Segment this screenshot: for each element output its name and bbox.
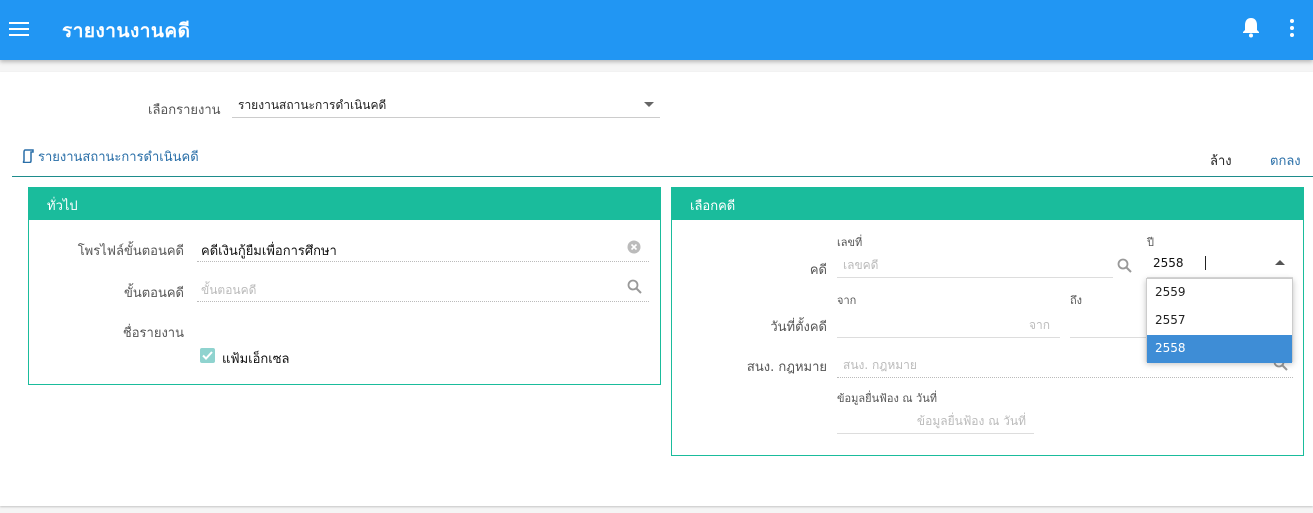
- filing-info-field[interactable]: ข้อมูลยื่นฟ้อง ณ วันที่: [837, 404, 1034, 434]
- menu-icon[interactable]: [9, 22, 29, 38]
- bell-icon[interactable]: [1241, 16, 1261, 38]
- year-option[interactable]: 2557: [1147, 307, 1292, 335]
- app-bar: รายงานงานคดี: [0, 0, 1313, 60]
- from-label: จาก: [837, 294, 857, 307]
- section-title-text: รายงานสถานะการดำเนินคดี: [38, 150, 199, 165]
- clear-button[interactable]: ล้าง: [1210, 150, 1232, 171]
- step-placeholder: ขั้นตอนคดี: [201, 283, 257, 297]
- scroll-icon: [22, 149, 34, 164]
- profile-value: คดีเงินกู้ยืมเพื่อการศึกษา: [201, 244, 337, 259]
- report-select-value: รายงานสถานะการดำเนินคดี: [238, 98, 387, 112]
- search-icon[interactable]: [627, 279, 642, 294]
- from-date-placeholder: จาก: [1028, 318, 1050, 332]
- from-date-field[interactable]: จาก: [837, 308, 1060, 338]
- section-divider: [12, 176, 1313, 177]
- main-card: เลือกรายงาน รายงานสถานะการดำเนินคดี รายง…: [0, 72, 1313, 506]
- ok-button[interactable]: ตกลง: [1270, 150, 1301, 171]
- case-number-placeholder: เลขคดี: [843, 258, 879, 272]
- report-select-label: เลือกรายงาน: [148, 103, 221, 118]
- case-panel-title: เลือกคดี: [672, 188, 1303, 220]
- search-icon[interactable]: [1117, 258, 1132, 273]
- step-field[interactable]: ขั้นตอนคดี: [197, 272, 649, 302]
- excel-checkbox[interactable]: [200, 348, 215, 363]
- more-vert-icon[interactable]: [1288, 18, 1296, 38]
- step-label: ขั้นตอนคดี: [123, 286, 184, 301]
- report-name-label: ชื่อรายงาน: [122, 326, 184, 341]
- year-value: 2558: [1153, 256, 1184, 270]
- excel-label: แฟ้มเอ็กเซล: [222, 352, 290, 367]
- legal-office-label: สนง. กฎหมาย: [746, 360, 827, 375]
- general-panel-title: ทั่วไป: [29, 188, 660, 220]
- profile-label: โพรไฟล์ขั้นตอนคดี: [77, 244, 184, 259]
- to-label: ถึง: [1070, 294, 1083, 307]
- section-title: รายงานสถานะการดำเนินคดี: [22, 146, 199, 167]
- year-option-selected[interactable]: 2558: [1147, 335, 1292, 363]
- year-dropdown: 2559 2557 2558: [1146, 278, 1293, 363]
- case-label: คดี: [809, 263, 827, 278]
- app-title: รายงานงานคดี: [62, 20, 191, 42]
- check-icon: [202, 351, 213, 360]
- chevron-up-icon: [1275, 260, 1285, 265]
- filing-date-label: วันที่ตั้งคดี: [770, 320, 827, 335]
- profile-field[interactable]: คดีเงินกู้ยืมเพื่อการศึกษา: [197, 232, 649, 262]
- year-option[interactable]: 2559: [1147, 279, 1292, 307]
- filing-info-placeholder: ข้อมูลยื่นฟ้อง ณ วันที่: [916, 414, 1026, 428]
- text-cursor: [1205, 256, 1206, 270]
- clear-icon[interactable]: [627, 240, 641, 254]
- case-number-field[interactable]: เลขคดี: [837, 248, 1113, 278]
- chevron-down-icon: [644, 102, 654, 107]
- legal-office-placeholder: สนง. กฎหมาย: [843, 358, 917, 372]
- report-select[interactable]: รายงานสถานะการดำเนินคดี: [232, 90, 660, 118]
- general-panel: ทั่วไป โพรไฟล์ขั้นตอนคดี คดีเงินกู้ยืมเพ…: [28, 187, 661, 385]
- to-date-field[interactable]: [1070, 308, 1150, 338]
- year-select[interactable]: 2558: [1147, 248, 1293, 278]
